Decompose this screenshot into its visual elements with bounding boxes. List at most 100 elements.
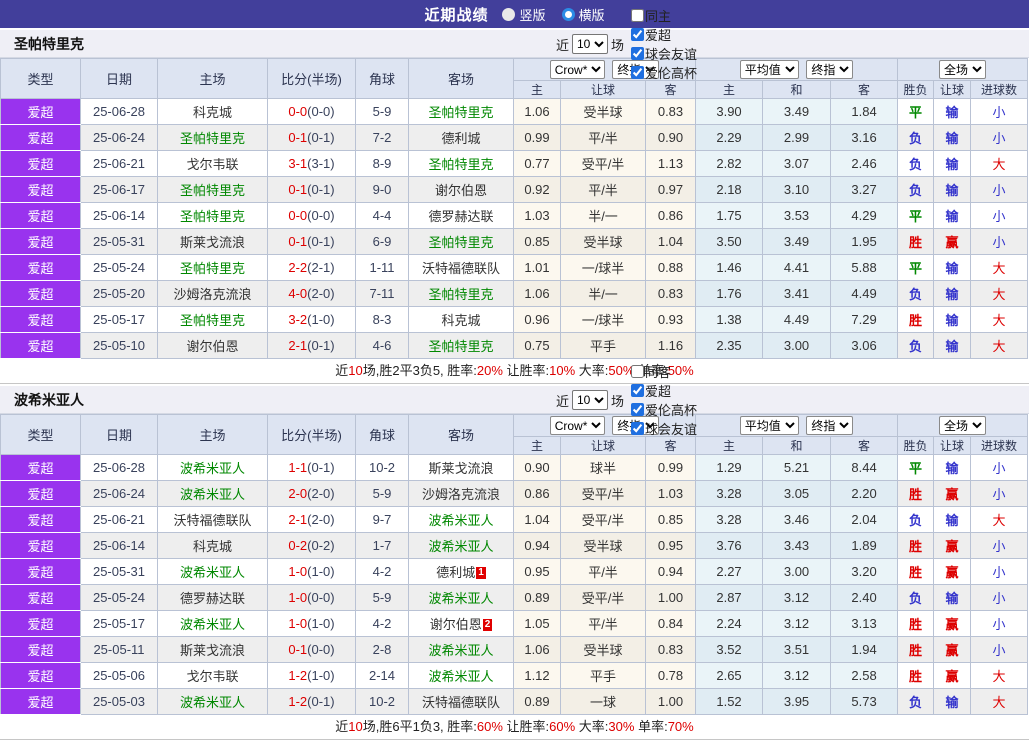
crow-home-odds: 0.85 (513, 228, 561, 255)
corner-cell: 5-9 (355, 98, 409, 125)
handicap-cell: 受平/半 (560, 506, 646, 533)
date-cell: 25-06-17 (80, 176, 158, 203)
crow-home-odds: 1.06 (513, 636, 561, 663)
away-team-cell: 圣帕特里克 (408, 150, 514, 177)
result-winloss-cell: 负 (897, 280, 935, 307)
match-row: 爱超 25-05-24 德罗赫达联 1-0(0-0) 5-9 波希米亚人 0.89 受平/半 1… (0, 584, 1029, 611)
filter-checkbox-item[interactable]: 球会友谊 (627, 44, 697, 63)
radio-horizontal-layout[interactable]: 横版 (561, 5, 605, 24)
crow-away-odds: 1.03 (644, 480, 697, 507)
handicap-cell: 球半 (560, 454, 646, 481)
home-team-cell: 科克城 (157, 98, 268, 125)
home-team-cell: 科克城 (157, 532, 268, 559)
avg-source-select[interactable]: 平均值 (739, 416, 799, 435)
filter-checkbox-label: 爱伦高杯 (644, 403, 697, 418)
period-select[interactable]: 全场 (939, 60, 987, 79)
match-count-select[interactable]: 10 (571, 390, 608, 410)
filter-checkbox[interactable] (630, 28, 644, 41)
avg-draw-odds: 3.12 (762, 584, 832, 611)
away-team-cell: 圣帕特里克 (408, 98, 514, 125)
filter-checkbox-item[interactable]: 爱超 (627, 381, 697, 400)
league-badge: 爱超 (0, 610, 81, 637)
avg-draw-odds: 2.99 (762, 124, 832, 151)
league-badge: 爱超 (0, 254, 81, 281)
corner-cell: 2-14 (355, 662, 409, 689)
team-section-bohemians: 波希米亚人 近 10 场 同客 爱超 爱伦高杯 球会友谊 类型 日期 主场 比分(半场… (0, 365, 1029, 740)
result-goals-cell: 小 (970, 558, 1029, 585)
match-count-select[interactable]: 10 (571, 34, 608, 54)
filter-checkbox[interactable] (630, 384, 644, 397)
result-goals-cell: 小 (970, 98, 1029, 125)
avg-away-odds: 3.13 (830, 610, 899, 637)
filter-checkbox-item[interactable]: 球会友谊 (627, 419, 697, 438)
games-label: 场 (610, 37, 624, 53)
league-badge: 爱超 (0, 532, 81, 559)
avg-home-odds: 2.87 (695, 584, 764, 611)
filter-checkbox-label: 爱超 (644, 384, 671, 399)
col-corner: 角球 (355, 414, 409, 455)
col-score: 比分(半场) (267, 414, 356, 455)
crow-away-odds: 1.16 (644, 332, 697, 359)
avg-source-select[interactable]: 平均值 (739, 60, 799, 79)
col-date: 日期 (80, 58, 158, 99)
score-cell: 1-2(1-0) (267, 662, 356, 689)
score-cell: 0-1(0-1) (267, 176, 356, 203)
away-team-cell: 沙姆洛克流浪 (408, 480, 514, 507)
avg-stage-select[interactable]: 终指 (806, 60, 854, 79)
league-badge: 爱超 (0, 98, 81, 125)
col-home: 主场 (157, 414, 268, 455)
date-cell: 25-06-28 (80, 98, 158, 125)
result-handicap-cell: 输 (933, 688, 972, 715)
result-handicap-cell: 输 (933, 584, 972, 611)
result-goals-cell: 大 (970, 306, 1029, 333)
radio-vertical-layout[interactable]: 竖版 (502, 5, 546, 24)
radio-selected-icon[interactable] (502, 7, 516, 21)
summary-segment: 10% (549, 363, 576, 378)
odds-source-select[interactable]: Crow* (549, 416, 605, 435)
home-team-cell: 斯莱戈流浪 (157, 636, 268, 663)
date-cell: 25-05-10 (80, 332, 158, 359)
score-cell: 1-0(1-0) (267, 610, 356, 637)
avg-stage-select[interactable]: 终指 (806, 416, 854, 435)
result-goals-cell: 小 (970, 610, 1029, 637)
filter-checkbox-item[interactable]: 爱超 (627, 25, 697, 44)
result-group-header: 全场 (897, 414, 1029, 437)
crow-home-odds: 0.75 (513, 332, 561, 359)
score-cell: 3-2(1-0) (267, 306, 356, 333)
avg-home-odds: 3.28 (695, 506, 764, 533)
odds-source-select[interactable]: Crow* (549, 60, 605, 79)
crow-home-odds: 1.06 (513, 280, 561, 307)
col-corner: 角球 (355, 58, 409, 99)
period-select[interactable]: 全场 (939, 416, 987, 435)
filter-checkbox[interactable] (630, 9, 644, 22)
filter-checkbox-item[interactable]: 同主 (627, 6, 697, 25)
avg-away-odds: 3.06 (830, 332, 899, 359)
match-row: 爱超 25-05-20 沙姆洛克流浪 4-0(2-0) 7-11 圣帕特里克 1.06 半/一… (0, 280, 1029, 307)
summary-segment: 10 (348, 363, 363, 378)
home-team-cell: 圣帕特里克 (157, 124, 268, 151)
avg-away-odds: 2.20 (830, 480, 899, 507)
filter-checkbox-item[interactable]: 同客 (627, 362, 697, 381)
handicap-cell: 受平/半 (560, 480, 646, 507)
date-cell: 25-06-28 (80, 454, 158, 481)
filter-checkbox[interactable] (630, 365, 644, 378)
avg-away-odds: 1.95 (830, 228, 899, 255)
summary-segment: 场,胜2平3负5, 胜率: (362, 363, 477, 378)
filter-checkbox-item[interactable]: 爱伦高杯 (627, 63, 697, 82)
result-goals-cell: 大 (970, 662, 1029, 689)
col-away: 客场 (408, 414, 514, 455)
result-winloss-cell: 胜 (897, 558, 935, 585)
avg-draw-odds: 3.00 (762, 558, 832, 585)
summary-line: 近10场,胜6平1负3, 胜率:60% 让胜率:60% 大率:30% 单率:70… (0, 715, 1029, 740)
filter-checkbox[interactable] (630, 66, 644, 79)
radio-unselected-icon[interactable] (561, 7, 575, 21)
result-handicap-cell: 输 (933, 254, 972, 281)
score-cell: 2-0(2-0) (267, 480, 356, 507)
result-winloss-cell: 胜 (897, 610, 935, 637)
league-badge: 爱超 (0, 454, 81, 481)
home-team-cell: 圣帕特里克 (157, 202, 268, 229)
filter-checkbox[interactable] (630, 403, 644, 416)
filter-checkbox[interactable] (630, 47, 644, 60)
filter-checkbox-item[interactable]: 爱伦高杯 (627, 400, 697, 419)
filter-checkbox[interactable] (630, 422, 644, 435)
